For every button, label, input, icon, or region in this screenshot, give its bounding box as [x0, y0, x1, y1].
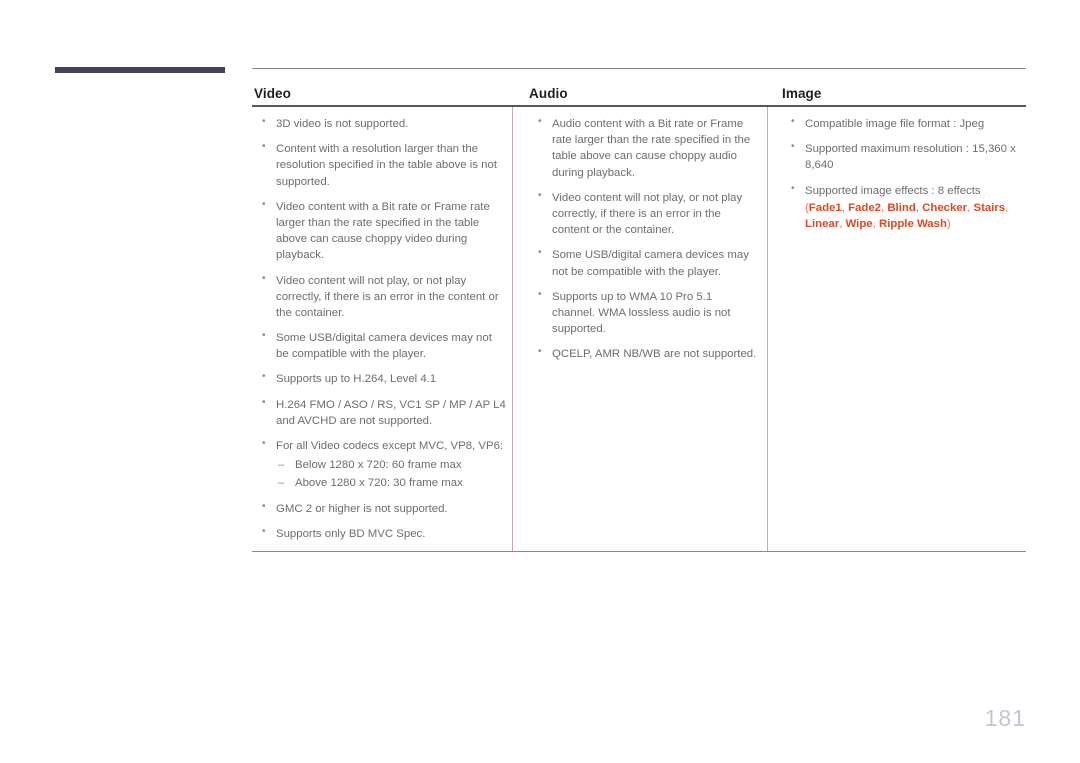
- table-header-row: Video Audio Image: [252, 69, 1026, 105]
- list-item: Some USB/digital camera devices may not …: [254, 329, 506, 362]
- list-item: Some USB/digital camera devices may not …: [530, 246, 757, 279]
- video-framerate-sublist: Below 1280 x 720: 60 frame max Above 128…: [276, 457, 506, 492]
- column-header-image: Image: [782, 86, 822, 101]
- list-item: QCELP, AMR NB/WB are not supported.: [530, 345, 757, 362]
- list-item: Content with a resolution larger than th…: [254, 140, 506, 190]
- video-column-cell: 3D video is not supported. Content with …: [252, 107, 512, 551]
- list-item: Video content will not play, or not play…: [530, 189, 757, 239]
- page-number: 181: [984, 705, 1026, 731]
- table-bottom-rule: [252, 550, 1026, 552]
- effect-name: Wipe: [845, 217, 873, 230]
- list-item: Supported image effects : 8 effects (Fad…: [783, 182, 1022, 233]
- list-item: Supports up to WMA 10 Pro 5.1 channel. W…: [530, 288, 757, 338]
- list-item: For all Video codecs except MVC, VP8, VP…: [254, 437, 506, 492]
- effect-name: Fade2: [848, 201, 881, 214]
- list-item-label: For all Video codecs except MVC, VP8, VP…: [276, 440, 504, 452]
- list-item: Above 1280 x 720: 30 frame max: [276, 475, 506, 491]
- effect-name: Blind: [887, 201, 916, 214]
- table-body-row: 3D video is not supported. Content with …: [252, 107, 1026, 551]
- effects-separator: ,: [1005, 201, 1009, 214]
- effects-close-paren: ): [946, 217, 951, 230]
- list-item: Supports up to H.264, Level 4.1: [254, 370, 506, 387]
- image-effects-list: (Fade1, Fade2, Blind, Checker, Stairs, L…: [805, 200, 1022, 232]
- effect-name: Ripple Wash: [878, 217, 947, 230]
- list-item: Video content with a Bit rate or Frame r…: [254, 198, 506, 264]
- effect-name: Linear: [805, 217, 840, 230]
- column-header-video: Video: [254, 86, 292, 101]
- effect-name: Fade1: [808, 201, 842, 214]
- list-item-label: Supported image effects : 8 effects: [805, 184, 981, 197]
- list-item: 3D video is not supported.: [254, 115, 506, 132]
- audio-column-cell: Audio content with a Bit rate or Frame r…: [512, 107, 767, 551]
- effect-name: Checker: [922, 201, 968, 214]
- header-decoration-bar: [55, 67, 225, 73]
- audio-notes-list: Audio content with a Bit rate or Frame r…: [530, 115, 757, 362]
- video-notes-list: 3D video is not supported. Content with …: [254, 115, 506, 542]
- list-item: Below 1280 x 720: 60 frame max: [276, 457, 506, 473]
- list-item: Supported maximum resolution : 15,360 x …: [783, 140, 1022, 173]
- media-support-table: Video Audio Image 3D video is not suppor…: [252, 68, 1026, 552]
- effect-name: Stairs: [973, 201, 1006, 214]
- list-item: Audio content with a Bit rate or Frame r…: [530, 115, 757, 181]
- column-header-audio: Audio: [529, 86, 568, 101]
- list-item: Supports only BD MVC Spec.: [254, 525, 506, 542]
- list-item: Compatible image file format : Jpeg: [783, 115, 1022, 132]
- list-item: Video content will not play, or not play…: [254, 272, 506, 322]
- list-item: H.264 FMO / ASO / RS, VC1 SP / MP / AP L…: [254, 396, 506, 429]
- image-column-cell: Compatible image file format : Jpeg Supp…: [767, 107, 1026, 551]
- image-notes-list: Compatible image file format : Jpeg Supp…: [783, 115, 1022, 233]
- list-item: GMC 2 or higher is not supported.: [254, 500, 506, 517]
